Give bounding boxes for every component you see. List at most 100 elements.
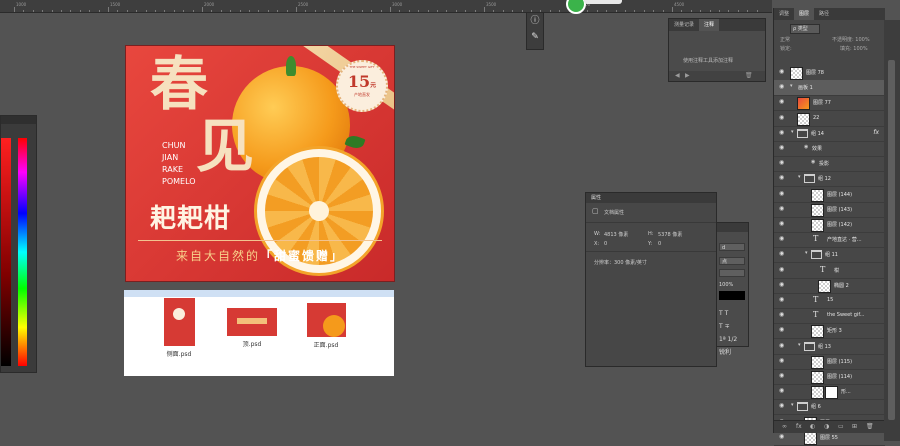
- adjustment-icon[interactable]: ◑: [824, 423, 829, 430]
- type-option-row[interactable]: T ∓: [719, 320, 737, 333]
- font-size-field[interactable]: 点: [719, 257, 745, 265]
- type-option-row[interactable]: T T: [719, 307, 737, 320]
- visibility-eye-icon[interactable]: ◉: [779, 357, 784, 364]
- layer-mask-thumbnail[interactable]: [825, 386, 838, 400]
- layer-row[interactable]: ◉ 图层 (114): [774, 369, 885, 385]
- layer-filter-select[interactable]: ρ 类型: [790, 24, 820, 34]
- fx-icon[interactable]: fx: [873, 129, 879, 136]
- layer-row[interactable]: ◉ 图层 (144): [774, 187, 885, 203]
- fx-icon[interactable]: fx: [796, 423, 802, 430]
- chevron-down-icon[interactable]: ▾: [790, 83, 793, 89]
- tab-paths[interactable]: 路径: [814, 8, 834, 20]
- layer-row[interactable]: ◉ 图层 77: [774, 95, 885, 112]
- layer-row[interactable]: ◉ ▾ 组 13: [774, 339, 885, 355]
- visibility-eye-icon[interactable]: ◉: [779, 220, 784, 227]
- layer-row[interactable]: ◉ 椭圆 2: [774, 278, 885, 294]
- link-icon[interactable]: ∞: [782, 423, 787, 430]
- next-icon[interactable]: ▶: [685, 72, 690, 79]
- y-value[interactable]: 0: [658, 241, 661, 247]
- visibility-eye-icon[interactable]: ◉: [779, 129, 784, 136]
- visibility-eye-icon[interactable]: ◉: [779, 235, 784, 242]
- layer-row[interactable]: ◉ Tthe Sweet gif...: [774, 308, 885, 325]
- properties-panel: 属性 ▢ 文档属性 W: 4813 像素 H: 5378 像素 X: 0 Y: …: [585, 192, 717, 367]
- font-style-field[interactable]: d: [719, 243, 745, 251]
- visibility-eye-icon[interactable]: ◉: [779, 98, 784, 105]
- layer-row[interactable]: ◉ 形...: [774, 384, 885, 401]
- visibility-eye-icon[interactable]: ◉: [779, 205, 784, 212]
- layer-row[interactable]: ◉ 图层 (143): [774, 202, 885, 218]
- visibility-eye-icon[interactable]: ◉: [779, 296, 784, 303]
- chevron-down-icon[interactable]: ▾: [805, 250, 808, 256]
- height-value[interactable]: 5378 像素: [658, 231, 682, 238]
- thumbnail-item[interactable]: 侧面.psd: [154, 298, 204, 358]
- visibility-eye-icon[interactable]: ◉: [779, 402, 784, 409]
- layer-row[interactable]: ◉ ▾ 组 6: [774, 399, 885, 416]
- visibility-eye-icon[interactable]: ◉: [779, 266, 784, 273]
- layer-row[interactable]: ◉ T 柑: [774, 263, 885, 279]
- leading-field[interactable]: [719, 269, 745, 277]
- visibility-eye-icon[interactable]: ◉: [779, 144, 784, 151]
- visibility-eye-icon[interactable]: ◉: [779, 326, 784, 333]
- x-value[interactable]: 0: [604, 241, 607, 247]
- text-color-swatch[interactable]: [719, 291, 745, 300]
- visibility-eye-icon[interactable]: ◉: [779, 250, 784, 257]
- thumbnail-item[interactable]: 正面.psd: [298, 303, 354, 349]
- layers-scrollbar[interactable]: [884, 20, 900, 441]
- visibility-eye-icon[interactable]: ◉: [779, 433, 784, 440]
- visibility-eye-icon[interactable]: ◉: [779, 68, 784, 75]
- visibility-eye-icon[interactable]: ◉: [779, 311, 784, 318]
- effect-visibility-icon[interactable]: ◉: [811, 159, 815, 165]
- visibility-eye-icon[interactable]: ◉: [779, 83, 784, 90]
- chevron-down-icon[interactable]: ▾: [791, 402, 794, 408]
- layer-row[interactable]: ◉ 矩形 3: [774, 323, 885, 340]
- layer-row[interactable]: ◉ ▾ 组 12: [774, 171, 885, 188]
- layer-row[interactable]: ◉ T 产地直达 · 营...: [774, 232, 885, 249]
- layer-row[interactable]: ◉ ▾ 组 11: [774, 247, 885, 264]
- thumbnail-item[interactable]: 顶.psd: [223, 308, 281, 348]
- new-group-icon[interactable]: ▭: [838, 423, 844, 430]
- visibility-eye-icon[interactable]: ◉: [779, 159, 784, 166]
- tab-measurement[interactable]: 测量记录: [669, 19, 699, 31]
- new-layer-icon[interactable]: ⊞: [852, 423, 857, 430]
- trash-icon[interactable]: 🗑: [866, 423, 874, 430]
- width-value[interactable]: 4813 像素: [604, 231, 628, 238]
- trash-icon[interactable]: 🗑: [745, 72, 753, 79]
- chevron-down-icon[interactable]: ▾: [798, 342, 801, 348]
- blend-mode-select[interactable]: 正常: [780, 36, 790, 43]
- tab-notes[interactable]: 注释: [699, 19, 720, 31]
- visibility-eye-icon[interactable]: ◉: [779, 372, 784, 379]
- layer-row[interactable]: ◉ ▾ 组 14 fx: [774, 126, 885, 142]
- layer-row[interactable]: ◉ 图层 78: [774, 65, 885, 81]
- effect-visibility-icon[interactable]: ◉: [804, 144, 808, 150]
- scale-value[interactable]: 100%: [719, 282, 733, 288]
- layer-row[interactable]: ◉ 22: [774, 111, 885, 127]
- artboard-canvas[interactable]: THE SWEET GIFT 15元 产地直发 春 见 CHUN JIAN RA…: [125, 45, 395, 282]
- layer-row[interactable]: ◉ ◉ 效果: [774, 141, 885, 157]
- tab-layers[interactable]: 图层: [794, 8, 815, 20]
- opacity-field[interactable]: 不透明度: 100%: [832, 36, 870, 43]
- antialias-option[interactable]: 锐利: [719, 346, 737, 359]
- layer-row[interactable]: ◉ ▾ 画板 1: [774, 80, 885, 97]
- fill-field[interactable]: 填充: 100%: [840, 45, 868, 52]
- visibility-eye-icon[interactable]: ◉: [779, 387, 784, 394]
- visibility-eye-icon[interactable]: ◉: [779, 281, 784, 288]
- hue-slider[interactable]: [18, 138, 27, 366]
- chevron-down-icon[interactable]: ▾: [791, 129, 794, 135]
- visibility-eye-icon[interactable]: ◉: [779, 342, 784, 349]
- info-icon[interactable]: ⓘ: [527, 13, 543, 29]
- prev-icon[interactable]: ◀: [675, 72, 680, 79]
- visibility-eye-icon[interactable]: ◉: [779, 190, 784, 197]
- layer-row[interactable]: ◉ T 15: [774, 293, 885, 309]
- scrollbar-thumb[interactable]: [888, 60, 895, 420]
- visibility-eye-icon[interactable]: ◉: [779, 114, 784, 121]
- mask-icon[interactable]: ◐: [810, 423, 815, 430]
- visibility-eye-icon[interactable]: ◉: [779, 174, 784, 181]
- layer-row[interactable]: ◉ 图层 (142): [774, 217, 885, 233]
- color-field[interactable]: [1, 138, 11, 366]
- notes-icon[interactable]: ✎: [527, 29, 543, 45]
- layer-row[interactable]: ◉ ◉ 投影: [774, 156, 885, 173]
- chevron-down-icon[interactable]: ▾: [798, 174, 801, 180]
- tab-adjustments[interactable]: 调整: [774, 8, 794, 20]
- layer-row[interactable]: ◉ 图层 (115): [774, 354, 885, 370]
- type-option-row[interactable]: 1ª 1/2: [719, 333, 737, 346]
